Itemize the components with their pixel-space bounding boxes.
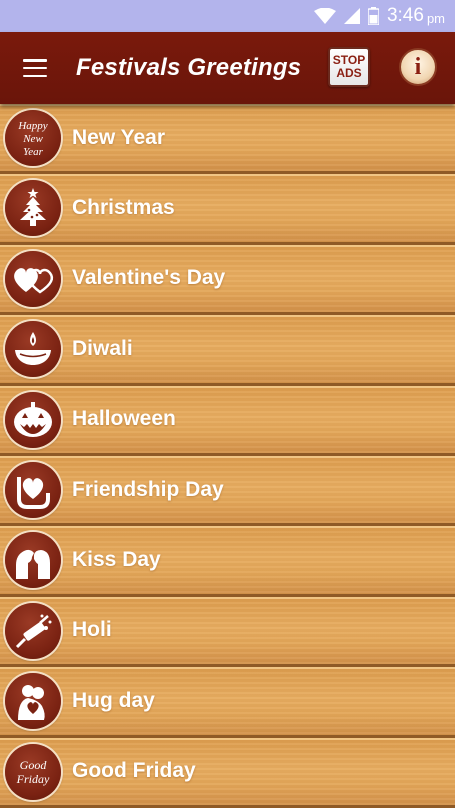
list-item-new-year[interactable]: Happy New Year New Year (0, 104, 455, 175)
list-item-hug-day[interactable]: Hug day (0, 667, 455, 738)
status-bar: 3:46 pm (0, 0, 455, 32)
cell-signal-icon (343, 8, 360, 24)
clock-time: 3:46 (386, 5, 424, 26)
list-item-kiss-day[interactable]: Kiss Day (0, 526, 455, 597)
icon-text-year: Year (23, 146, 43, 158)
clock-ampm: pm (426, 10, 445, 26)
icon-text-friday: Friday (16, 772, 50, 786)
icon-text-new: New (22, 133, 43, 145)
friendship-heart-icon (5, 461, 61, 518)
list-item-label: Holi (72, 618, 112, 642)
good-friday-icon: Good Friday (5, 743, 61, 800)
diya-lamp-icon (5, 321, 61, 378)
list-item-label: Diwali (72, 336, 133, 360)
wifi-icon (313, 8, 336, 24)
hamburger-menu-icon[interactable] (23, 59, 47, 77)
list-item-label: Halloween (72, 407, 176, 431)
holi-pichkari-icon (5, 602, 61, 659)
stop-ads-button[interactable]: STOP ADS (328, 47, 370, 87)
list-item-label: Valentine's Day (72, 266, 226, 290)
info-icon: i (414, 53, 422, 80)
hug-couple-icon (5, 673, 61, 730)
kiss-couple-icon (5, 532, 61, 589)
festival-list: Happy New Year New Year Christmas Valent… (0, 104, 455, 808)
info-button[interactable]: i (399, 48, 437, 86)
list-item-label: Christmas (72, 196, 175, 220)
list-item-label: New Year (72, 125, 166, 149)
app-title: Festivals Greetings (76, 54, 302, 81)
christmas-tree-icon (5, 180, 61, 237)
list-item-label: Hug day (72, 688, 155, 712)
stop-ads-line2: ADS (336, 66, 362, 80)
list-item-label: Good Friday (72, 759, 196, 783)
happy-new-year-icon: Happy New Year (5, 110, 61, 166)
list-item-good-friday[interactable]: Good Friday Good Friday (0, 737, 455, 808)
list-item-christmas[interactable]: Christmas (0, 174, 455, 245)
battery-icon (367, 7, 379, 25)
hearts-icon (5, 250, 61, 307)
list-item-holi[interactable]: Holi (0, 596, 455, 668)
icon-text-good: Good (20, 758, 48, 772)
list-item-diwali[interactable]: Diwali (0, 315, 455, 386)
list-item-valentines-day[interactable]: Valentine's Day (0, 244, 455, 316)
list-item-halloween[interactable]: Halloween (0, 385, 455, 456)
pumpkin-icon (5, 391, 61, 448)
app-bar: Festivals Greetings STOP ADS i (0, 32, 455, 104)
list-item-friendship-day[interactable]: Friendship Day (0, 455, 455, 527)
list-item-label: Friendship Day (72, 477, 224, 501)
icon-text-happy: Happy (17, 120, 47, 132)
list-item-label: Kiss Day (72, 548, 161, 572)
